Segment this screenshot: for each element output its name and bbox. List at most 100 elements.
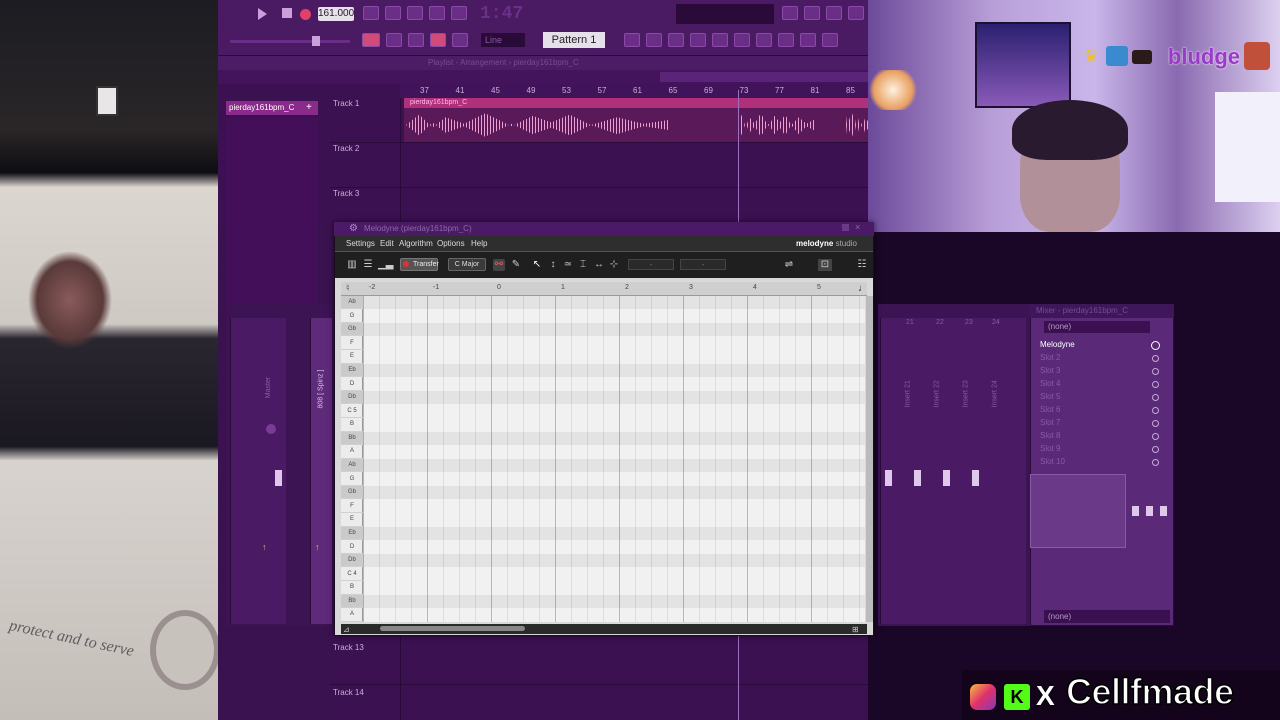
piano-key[interactable]: Db: [341, 391, 363, 405]
plugin-gear-icon[interactable]: ⚙: [349, 223, 358, 235]
fx-slot-enable-icon[interactable]: [1152, 459, 1159, 466]
piano-key[interactable]: B: [341, 581, 363, 595]
help-button[interactable]: [848, 6, 864, 20]
piano-key[interactable]: C 4: [341, 568, 363, 581]
track-label[interactable]: Track 13: [333, 643, 364, 652]
menu-edit[interactable]: Edit: [380, 236, 394, 252]
toolbar-button[interactable]: [782, 6, 798, 20]
piano-key[interactable]: A: [341, 445, 363, 459]
track-label[interactable]: Track 2: [333, 144, 359, 153]
snap-button[interactable]: [362, 33, 380, 47]
fx-slot-enable-icon[interactable]: [1151, 341, 1160, 350]
fx-slot[interactable]: Slot 8: [1038, 430, 1160, 442]
mixer-fader[interactable]: [885, 470, 892, 486]
melodyne-title[interactable]: Melodyne (pierday161bpm_C): [334, 222, 874, 236]
pitch-ruler-keys[interactable]: Ab G Gb F E Eb D Db C 5 B Bb A Ab G Gb F E Eb D Db C 4 B Bb A: [341, 296, 363, 622]
toolbar-button[interactable]: [646, 33, 662, 47]
track-label[interactable]: Track 14: [333, 688, 364, 697]
piano-key[interactable]: G: [341, 473, 363, 486]
menu-algorithm[interactable]: Algorithm: [399, 236, 433, 252]
master-volume-handle[interactable]: [312, 36, 320, 46]
toolbar-button[interactable]: [408, 33, 424, 47]
toolbar-button[interactable]: [386, 33, 402, 47]
toolbar-button[interactable]: [429, 6, 445, 20]
editor-view-icon[interactable]: ▥: [346, 259, 358, 271]
timing-tool-icon[interactable]: ↔: [593, 259, 605, 271]
toolbar-button[interactable]: [822, 33, 838, 47]
fx-slot[interactable]: Slot 9: [1038, 443, 1160, 455]
fx-slot-enable-icon[interactable]: [1152, 381, 1159, 388]
melodyne-vertical-scrollbar[interactable]: [866, 296, 873, 622]
snap-mode-select[interactable]: Line: [481, 33, 525, 47]
piano-key[interactable]: Gb: [341, 486, 363, 500]
piano-key[interactable]: Db: [341, 554, 363, 568]
fx-eq-fader[interactable]: [1160, 506, 1167, 516]
playhead[interactable]: [738, 90, 739, 222]
piano-key[interactable]: F: [341, 337, 363, 351]
playlist-scrollbar[interactable]: [660, 72, 868, 82]
toolbar-button[interactable]: [690, 33, 706, 47]
fx-slot[interactable]: Slot 7: [1038, 417, 1160, 429]
time-field[interactable]: -: [680, 259, 726, 270]
pitch-modulation-tool-icon[interactable]: ≃: [562, 259, 574, 271]
fx-output-select[interactable]: (none): [1044, 610, 1170, 623]
scale-snap-icon[interactable]: ⚯: [493, 259, 505, 271]
piano-key[interactable]: Eb: [341, 363, 363, 378]
playlist-ruler[interactable]: 37 41 45 49 53 57 61 65 69 73 77 81 85: [400, 84, 868, 98]
close-icon[interactable]: ×: [855, 222, 860, 232]
mixer-fader[interactable]: [943, 470, 950, 486]
piano-key[interactable]: A: [341, 608, 363, 622]
fx-slot[interactable]: Slot 3: [1038, 365, 1160, 377]
fx-slot-enable-icon[interactable]: [1152, 420, 1159, 427]
toolbar-button[interactable]: [407, 6, 423, 20]
zoom-icon[interactable]: ⊿: [343, 625, 350, 634]
toolbar-button[interactable]: [363, 6, 379, 20]
toolbar-button[interactable]: [804, 6, 820, 20]
mixer-link-icon[interactable]: ↑: [262, 542, 267, 552]
piano-key[interactable]: Bb: [341, 431, 363, 446]
fx-slot[interactable]: Slot 6: [1038, 404, 1160, 416]
master-volume-slider[interactable]: [230, 40, 350, 43]
mixer-fader[interactable]: [972, 470, 979, 486]
amplitude-tool-icon[interactable]: ⌶: [577, 259, 589, 271]
fx-slot[interactable]: Slot 2: [1038, 352, 1160, 364]
piano-key[interactable]: D: [341, 378, 363, 391]
menu-options[interactable]: Options: [437, 236, 465, 252]
piano-key[interactable]: Gb: [341, 323, 363, 337]
toolbar-button[interactable]: [826, 6, 842, 20]
fx-slot-enable-icon[interactable]: [1152, 368, 1159, 375]
tune-icon[interactable]: ✎: [510, 259, 522, 271]
fx-slot-enable-icon[interactable]: [1152, 394, 1159, 401]
levels-icon[interactable]: ▁▃: [378, 259, 393, 271]
fx-input-select[interactable]: (none): [1044, 321, 1150, 333]
mixer-fader[interactable]: [275, 470, 282, 486]
metronome-icon[interactable]: ♮: [346, 283, 350, 295]
pitch-field[interactable]: -: [628, 259, 674, 270]
fx-eq-fader[interactable]: [1132, 506, 1139, 516]
toolbar-button[interactable]: [778, 33, 794, 47]
record-button[interactable]: [300, 9, 311, 20]
fx-slot-enable-icon[interactable]: [1152, 446, 1159, 453]
fx-slot-enable-icon[interactable]: [1152, 407, 1159, 414]
snap-note-icon[interactable]: ♩: [858, 283, 868, 295]
playback-follow-icon[interactable]: ⇌: [782, 259, 796, 271]
toolbar-button[interactable]: [800, 33, 816, 47]
toolbar-button[interactable]: [712, 33, 728, 47]
piano-key[interactable]: E: [341, 513, 363, 527]
fx-slot-enable-icon[interactable]: [1152, 433, 1159, 440]
fx-slot-melodyne[interactable]: Melodyne: [1038, 339, 1160, 351]
piano-key[interactable]: E: [341, 350, 363, 364]
zoom-fit-icon[interactable]: ⊡: [818, 259, 832, 271]
fx-slot[interactable]: Slot 5: [1038, 391, 1160, 403]
mixer-knob[interactable]: [266, 424, 276, 434]
link-icon[interactable]: [430, 33, 446, 47]
toolbar-button[interactable]: [451, 6, 467, 20]
melodyne-time-ruler[interactable]: -2 -1 0 1 2 3 4 5: [341, 282, 867, 296]
melodyne-scroll-thumb[interactable]: [380, 626, 525, 631]
piano-key[interactable]: Bb: [341, 594, 363, 609]
pattern-selector[interactable]: Pattern 1: [543, 32, 605, 48]
toolbar-button[interactable]: [756, 33, 772, 47]
stop-button[interactable]: [282, 8, 292, 18]
fx-eq-display[interactable]: [1030, 474, 1126, 548]
resize-icon[interactable]: ⊞: [852, 625, 859, 634]
